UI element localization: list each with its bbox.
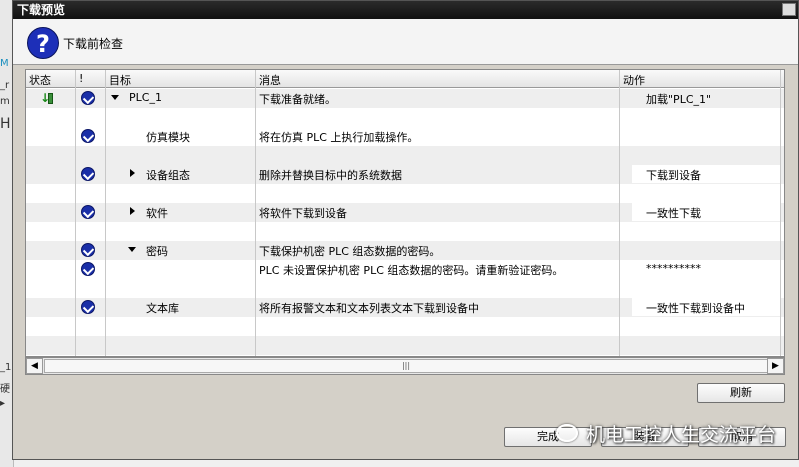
message-cell: 删除并替换目标中的系统数据: [259, 169, 402, 182]
message-cell: 将所有报警文本和文本列表文本下载到设备中: [259, 302, 479, 315]
download-preview-dialog: 下载预览 ? 下载前检查 状态 ! 目标 消息 动作 ↓ PLC_1 下载准备就…: [12, 0, 799, 460]
table-row[interactable]: ↓ PLC_1 下载准备就绪。 加载"PLC_1": [26, 89, 784, 108]
message-cell: 下载保护机密 PLC 组态数据的密码。: [259, 245, 441, 258]
refresh-button[interactable]: 刷新: [697, 383, 785, 403]
column-header-target[interactable]: 目标: [109, 72, 131, 88]
table-header: 状态 ! 目标 消息 动作: [26, 70, 784, 88]
column-header-status[interactable]: 状态: [29, 72, 51, 88]
finish-button[interactable]: 完成: [504, 427, 592, 447]
target-cell: 软件: [146, 207, 168, 220]
column-divider: [619, 70, 620, 356]
target-cell: 设备组态: [146, 169, 190, 182]
expand-down-icon[interactable]: [111, 95, 119, 100]
column-header-message[interactable]: 消息: [259, 72, 281, 88]
message-cell: PLC 未设置保护机密 PLC 组态数据的密码。请重新验证密码。: [259, 264, 564, 277]
table-row-spacer: [26, 184, 784, 203]
column-divider: [105, 70, 106, 356]
table-row-spacer: [26, 108, 784, 127]
background-fragment: 硬: [0, 384, 10, 395]
table-row-spacer: [26, 279, 784, 298]
scroll-thumb[interactable]: |||: [44, 359, 768, 373]
table-row-spacer: [26, 336, 784, 355]
message-cell: 下载准备就绪。: [259, 93, 336, 106]
action-dropdown[interactable]: 一致性下载到设备中: [632, 298, 780, 316]
table-row[interactable]: 设备组态 删除并替换目标中的系统数据 下载到设备: [26, 165, 784, 184]
message-cell: 将在仿真 PLC 上执行加载操作。: [259, 131, 419, 144]
dialog-title: 下载预览: [17, 3, 66, 17]
action-dropdown[interactable]: 下载到设备: [632, 165, 780, 183]
column-header-bang[interactable]: !: [79, 72, 83, 85]
password-field[interactable]: **********: [646, 262, 701, 275]
check-icon: [81, 243, 95, 257]
table-row-spacer: [26, 222, 784, 241]
message-cell: 将软件下载到设备: [259, 207, 347, 220]
table-row[interactable]: 密码 下载保护机密 PLC 组态数据的密码。: [26, 241, 784, 260]
check-icon: [81, 91, 95, 105]
target-cell: PLC_1: [129, 91, 162, 104]
target-cell: 仿真模块: [146, 131, 190, 144]
target-cell: 文本库: [146, 302, 179, 315]
action-cell[interactable]: 一致性下载到设备中: [646, 300, 745, 316]
check-icon: [81, 129, 95, 143]
horizontal-scrollbar[interactable]: ◀ ||| ▶: [25, 357, 785, 375]
action-cell[interactable]: 一致性下载: [646, 205, 701, 221]
dialog-titlebar: 下载预览: [13, 1, 798, 19]
table-row-spacer: [26, 317, 784, 336]
check-icon: [81, 205, 95, 219]
background-fragment: _r: [0, 80, 10, 91]
background-fragment: _1: [0, 362, 12, 373]
action-dropdown[interactable]: 一致性下载: [632, 203, 780, 221]
column-divider: [780, 70, 781, 356]
dialog-header: ? 下载前检查: [13, 19, 798, 65]
expand-right-icon[interactable]: [130, 207, 135, 215]
check-icon: [81, 262, 95, 276]
column-divider: [75, 70, 76, 356]
background-fragment: ▸: [0, 398, 6, 409]
expand-down-icon[interactable]: [128, 247, 136, 252]
column-header-action[interactable]: 动作: [623, 72, 645, 88]
header-text: 下载前检查: [63, 37, 124, 51]
expand-right-icon[interactable]: [130, 169, 135, 177]
table-row[interactable]: 文本库 将所有报警文本和文本列表文本下载到设备中 一致性下载到设备中: [26, 298, 784, 317]
watermark-text: 机电工控人生交流平台: [586, 424, 777, 446]
table-row[interactable]: PLC 未设置保护机密 PLC 组态数据的密码。请重新验证密码。 *******…: [26, 260, 784, 279]
table-row-spacer: [26, 146, 784, 165]
scroll-left-icon[interactable]: ◀: [26, 358, 43, 374]
close-icon[interactable]: [782, 3, 796, 16]
target-cell: 密码: [146, 245, 168, 258]
background-fragment: H: [0, 116, 11, 132]
column-divider: [255, 70, 256, 356]
check-icon: [81, 167, 95, 181]
check-results-table: 状态 ! 目标 消息 动作 ↓ PLC_1 下载准备就绪。 加载"PLC_1" …: [25, 69, 785, 357]
background-fragment: M: [0, 58, 9, 69]
action-cell[interactable]: 下载到设备: [646, 167, 701, 183]
download-ready-icon: ↓: [40, 91, 54, 105]
question-icon: ?: [27, 27, 59, 59]
check-icon: [81, 300, 95, 314]
table-row[interactable]: 仿真模块 将在仿真 PLC 上执行加载操作。: [26, 127, 784, 146]
action-cell[interactable]: 加载"PLC_1": [646, 91, 711, 107]
wechat-icon: [556, 424, 578, 442]
table-row[interactable]: 软件 将软件下载到设备 一致性下载: [26, 203, 784, 222]
background-fragment: m: [0, 96, 10, 107]
scroll-right-icon[interactable]: ▶: [767, 358, 784, 374]
